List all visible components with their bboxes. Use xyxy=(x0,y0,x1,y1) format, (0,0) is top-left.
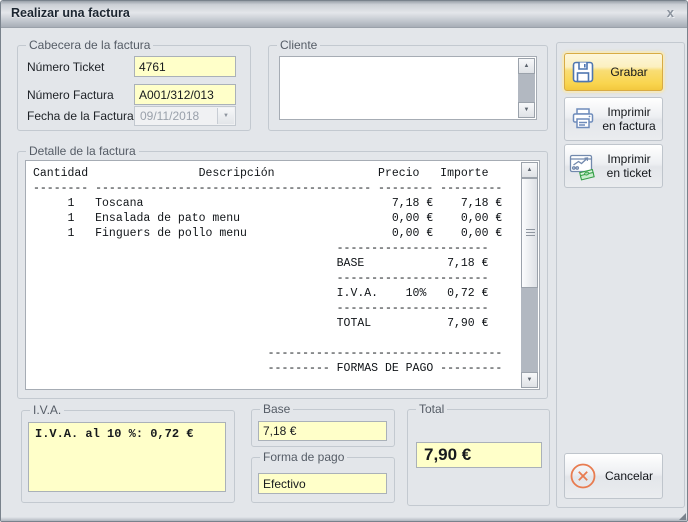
group-cabecera: Cabecera de la factura Número Ticket Núm… xyxy=(17,45,251,131)
base-input[interactable] xyxy=(258,421,387,441)
grabar-label: Grabar xyxy=(601,65,662,79)
report-money-icon xyxy=(565,151,601,181)
invoice-date-value: 09/11/2018 xyxy=(140,109,199,123)
window-bottom-edge xyxy=(1,517,687,521)
chevron-down-icon: ▼ xyxy=(223,113,229,119)
imprimir-ticket-label: Imprimir en ticket xyxy=(601,152,662,181)
invoice-detail-text: Cantidad Descripción Precio Importe ----… xyxy=(26,161,539,376)
cliente-textarea[interactable]: ▲ ▼ xyxy=(279,56,537,120)
group-forma-pago: Forma de pago xyxy=(251,457,395,503)
scrollbar-grip-icon xyxy=(526,229,535,237)
scroll-down-button[interactable]: ▼ xyxy=(521,372,538,388)
group-cliente: Cliente ▲ ▼ xyxy=(268,45,548,131)
scroll-down-icon: ▼ xyxy=(524,107,530,113)
group-base: Base xyxy=(251,409,395,447)
imprimir-ticket-button[interactable]: Imprimir en ticket xyxy=(564,144,663,188)
scrollbar-thumb[interactable] xyxy=(521,178,538,288)
scroll-up-button[interactable]: ▲ xyxy=(518,58,535,74)
cliente-scrollbar[interactable]: ▲ ▼ xyxy=(518,58,535,118)
group-base-title: Base xyxy=(260,402,293,416)
invoice-date-combo[interactable]: 09/11/2018 ▼ xyxy=(134,106,236,126)
group-forma-pago-title: Forma de pago xyxy=(260,450,347,464)
printer-icon xyxy=(565,105,601,133)
scroll-up-icon: ▲ xyxy=(527,167,533,173)
group-cabecera-title: Cabecera de la factura xyxy=(26,38,153,52)
resize-grip[interactable] xyxy=(679,513,686,520)
group-detalle: Detalle de la factura Cantidad Descripci… xyxy=(17,151,548,399)
group-total: Total 7,90 € xyxy=(407,409,550,506)
scroll-up-icon: ▲ xyxy=(524,63,530,69)
grabar-button[interactable]: Grabar xyxy=(564,53,663,91)
detail-scrollbar[interactable]: ▲ ▼ xyxy=(521,162,538,388)
fecha-factura-label: Fecha de la Factura xyxy=(27,109,134,123)
group-iva-title: I.V.A. xyxy=(30,403,64,417)
iva-summary-box[interactable]: I.V.A. al 10 %: 0,72 € xyxy=(28,422,226,492)
scroll-down-icon: ▼ xyxy=(527,377,533,383)
cancelar-label: Cancelar xyxy=(601,469,662,483)
numero-factura-label: Número Factura xyxy=(27,88,114,102)
imprimir-factura-label: Imprimir en factura xyxy=(601,105,662,134)
scroll-down-button[interactable]: ▼ xyxy=(518,102,535,118)
dialog-realizar-factura: Realizar una factura x Cabecera de la fa… xyxy=(0,0,688,522)
numero-ticket-label: Número Ticket xyxy=(27,60,104,74)
group-iva: I.V.A. I.V.A. al 10 %: 0,72 € xyxy=(21,410,235,503)
numero-ticket-input[interactable] xyxy=(134,56,236,77)
invoice-detail-box: Cantidad Descripción Precio Importe ----… xyxy=(25,160,540,390)
scroll-up-button[interactable]: ▲ xyxy=(521,162,538,178)
floppy-disk-icon xyxy=(565,58,601,86)
forma-pago-input[interactable] xyxy=(258,473,387,494)
numero-factura-input[interactable] xyxy=(134,84,236,105)
titlebar: Realizar una factura x xyxy=(1,1,687,28)
group-cliente-title: Cliente xyxy=(277,38,320,52)
imprimir-factura-button[interactable]: Imprimir en factura xyxy=(564,97,663,141)
close-icon[interactable]: x xyxy=(667,5,674,20)
combo-dropdown-button[interactable]: ▼ xyxy=(217,108,234,124)
group-detalle-title: Detalle de la factura xyxy=(26,144,139,158)
window-title: Realizar una factura xyxy=(11,6,130,20)
cancelar-button[interactable]: Cancelar xyxy=(564,453,663,499)
total-display[interactable]: 7,90 € xyxy=(416,442,542,468)
cancel-circle-icon xyxy=(565,461,601,491)
group-total-title: Total xyxy=(416,402,447,416)
